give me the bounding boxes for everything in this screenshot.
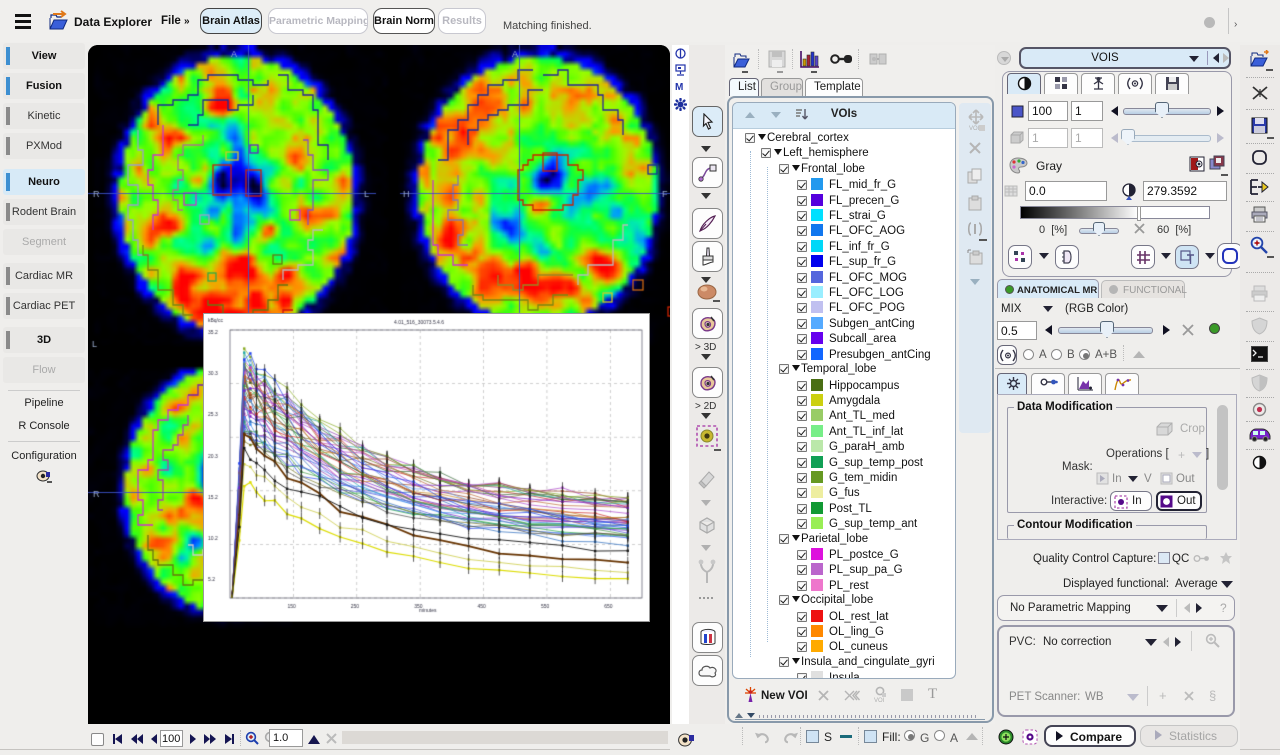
svg-text:VOI: VOI — [969, 126, 980, 132]
svg-text:VOI: VOI — [874, 698, 885, 704]
